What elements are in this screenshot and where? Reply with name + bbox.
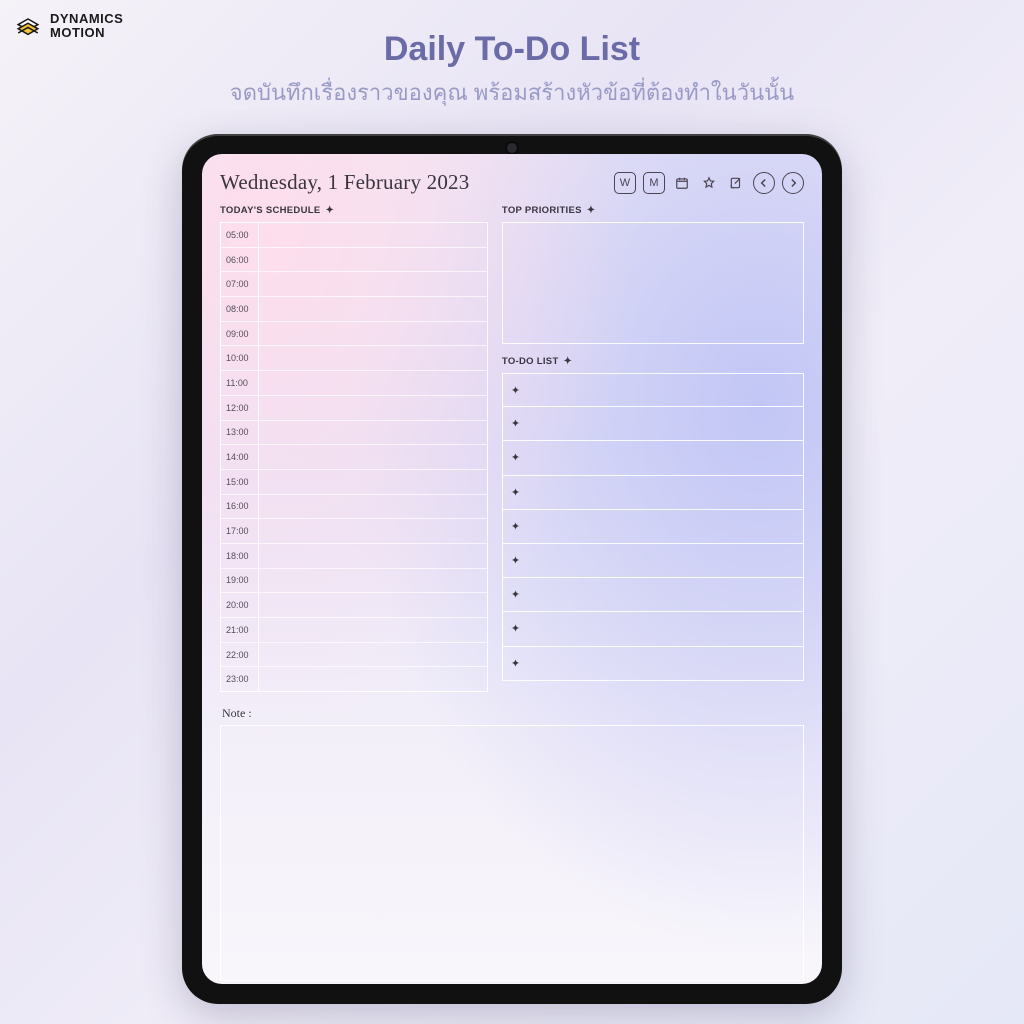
- calendar-icon[interactable]: [672, 172, 692, 194]
- planner-date: Wednesday, 1 February 2023: [220, 170, 469, 195]
- headline: Daily To-Do List จดบันทึกเรื่องราวของคุณ…: [0, 30, 1024, 110]
- time-label: 10:00: [221, 346, 258, 371]
- schedule-row[interactable]: [259, 396, 487, 421]
- brand-line1: DYNAMICS: [50, 12, 123, 26]
- headline-subtitle: จดบันทึกเรื่องราวของคุณ พร้อมสร้างหัวข้อ…: [0, 75, 1024, 110]
- month-button[interactable]: M: [643, 172, 665, 194]
- time-label: 14:00: [221, 445, 258, 470]
- note-label: Note :: [222, 706, 804, 721]
- headline-title: Daily To-Do List: [0, 30, 1024, 69]
- star-icon[interactable]: [699, 172, 719, 194]
- priorities-title-text: TOP PRIORITIES: [502, 205, 582, 216]
- time-label: 08:00: [221, 297, 258, 322]
- time-label: 06:00: [221, 248, 258, 273]
- schedule-row[interactable]: [259, 643, 487, 668]
- schedule-lines[interactable]: [259, 223, 487, 691]
- todo-row[interactable]: ✦: [502, 407, 804, 441]
- todo-row[interactable]: ✦: [502, 510, 804, 544]
- schedule-row[interactable]: [259, 445, 487, 470]
- schedule-box[interactable]: 05:0006:0007:0008:0009:0010:0011:0012:00…: [220, 222, 488, 692]
- time-label: 16:00: [221, 495, 258, 520]
- edit-icon[interactable]: [726, 172, 746, 194]
- schedule-row[interactable]: [259, 223, 487, 248]
- priorities-box[interactable]: [502, 222, 804, 344]
- schedule-row[interactable]: [259, 667, 487, 691]
- schedule-row[interactable]: [259, 322, 487, 347]
- planner-screen: Wednesday, 1 February 2023 W M: [202, 154, 822, 984]
- todo-row[interactable]: ✦: [502, 544, 804, 578]
- todo-title-text: TO-DO LIST: [502, 356, 559, 367]
- time-label: 22:00: [221, 643, 258, 668]
- sparkle-icon: ✦: [564, 356, 573, 367]
- time-label: 15:00: [221, 470, 258, 495]
- next-button[interactable]: [782, 172, 804, 194]
- time-label: 19:00: [221, 569, 258, 594]
- time-label: 09:00: [221, 322, 258, 347]
- note-box[interactable]: [220, 725, 804, 981]
- sparkle-icon: ✦: [326, 205, 335, 216]
- schedule-row[interactable]: [259, 346, 487, 371]
- schedule-row[interactable]: [259, 618, 487, 643]
- columns: TODAY'S SCHEDULE ✦ 05:0006:0007:0008:000…: [220, 205, 804, 692]
- schedule-title: TODAY'S SCHEDULE ✦: [220, 205, 488, 216]
- time-label: 18:00: [221, 544, 258, 569]
- schedule-row[interactable]: [259, 248, 487, 273]
- time-label: 20:00: [221, 593, 258, 618]
- sparkle-icon: ✦: [587, 205, 596, 216]
- toolbar: W M: [614, 172, 804, 194]
- schedule-row[interactable]: [259, 495, 487, 520]
- todo-row[interactable]: ✦: [502, 441, 804, 475]
- time-label: 21:00: [221, 618, 258, 643]
- time-label: 12:00: [221, 396, 258, 421]
- schedule-title-text: TODAY'S SCHEDULE: [220, 205, 321, 216]
- todo-row[interactable]: ✦: [502, 578, 804, 612]
- todo-row[interactable]: ✦: [502, 612, 804, 646]
- priorities-title: TOP PRIORITIES ✦: [502, 205, 804, 216]
- todo-row[interactable]: ✦: [502, 647, 804, 681]
- time-label: 23:00: [221, 667, 258, 691]
- schedule-row[interactable]: [259, 470, 487, 495]
- time-column: 05:0006:0007:0008:0009:0010:0011:0012:00…: [221, 223, 259, 691]
- todo-row[interactable]: ✦: [502, 373, 804, 407]
- schedule-column: TODAY'S SCHEDULE ✦ 05:0006:0007:0008:000…: [220, 205, 488, 692]
- schedule-row[interactable]: [259, 297, 487, 322]
- schedule-row[interactable]: [259, 544, 487, 569]
- todo-title: TO-DO LIST ✦: [502, 356, 804, 367]
- week-button[interactable]: W: [614, 172, 636, 194]
- camera-icon: [507, 143, 517, 153]
- planner-header: Wednesday, 1 February 2023 W M: [220, 170, 804, 195]
- schedule-row[interactable]: [259, 371, 487, 396]
- tablet-frame: Wednesday, 1 February 2023 W M: [182, 134, 842, 1004]
- right-column: TOP PRIORITIES ✦ TO-DO LIST ✦ ✦✦✦✦✦✦✦✦✦: [502, 205, 804, 692]
- schedule-row[interactable]: [259, 421, 487, 446]
- schedule-row[interactable]: [259, 593, 487, 618]
- prev-button[interactable]: [753, 172, 775, 194]
- todo-box: ✦✦✦✦✦✦✦✦✦: [502, 373, 804, 681]
- time-label: 11:00: [221, 371, 258, 396]
- time-label: 05:00: [221, 223, 258, 248]
- schedule-row[interactable]: [259, 569, 487, 594]
- time-label: 17:00: [221, 519, 258, 544]
- schedule-row[interactable]: [259, 272, 487, 297]
- todo-row[interactable]: ✦: [502, 476, 804, 510]
- time-label: 07:00: [221, 272, 258, 297]
- time-label: 13:00: [221, 421, 258, 446]
- schedule-row[interactable]: [259, 519, 487, 544]
- note-area: Note :: [220, 706, 804, 981]
